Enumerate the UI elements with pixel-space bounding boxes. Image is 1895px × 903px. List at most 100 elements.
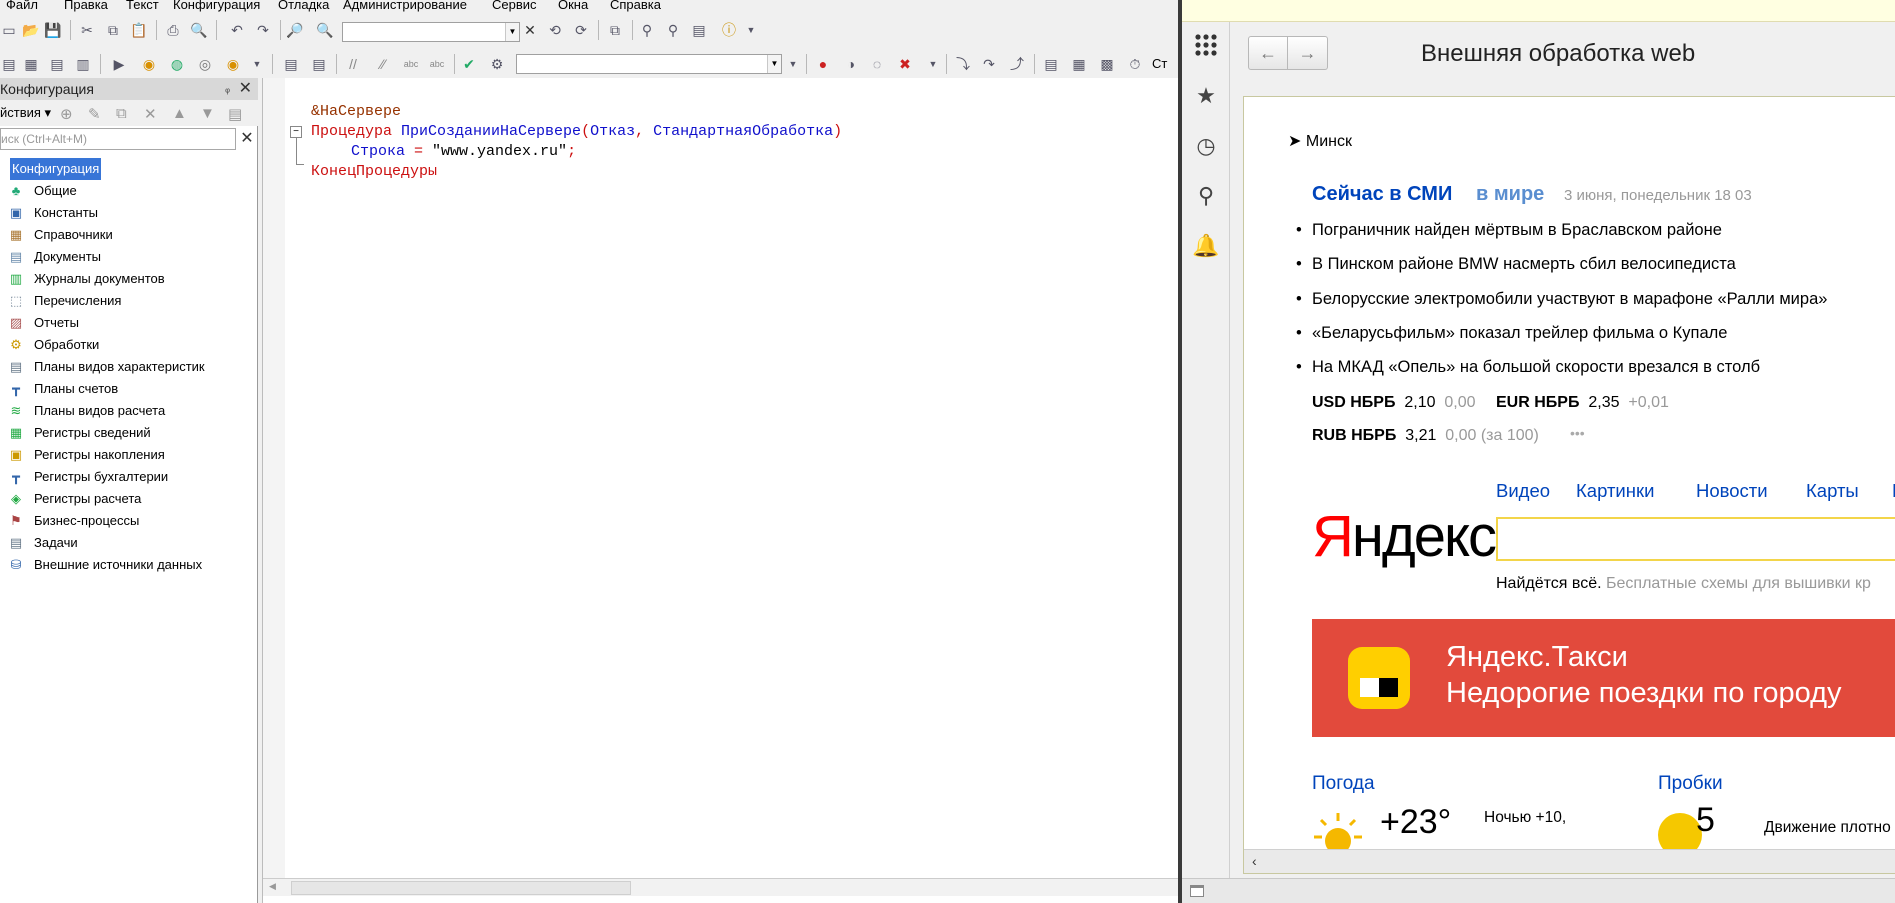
tree-item-journals[interactable]: ▥ Журналы документов	[0, 268, 258, 290]
calc-icon[interactable]: ▩	[1098, 55, 1116, 73]
move-down-icon[interactable]: ▼	[200, 105, 215, 122]
preview-icon[interactable]: 🔍	[190, 21, 208, 39]
copy-icon[interactable]: ⧉	[104, 21, 122, 39]
search-combo[interactable]: ▼	[342, 22, 520, 42]
tree-item-constants[interactable]: ▣ Константы	[0, 202, 258, 224]
tree-item-common[interactable]: ♣ Общие	[0, 180, 258, 202]
menu-help[interactable]: Справка	[610, 0, 661, 11]
window-tab-icon[interactable]	[1190, 885, 1204, 897]
timer-icon[interactable]: ⏱	[1126, 55, 1144, 73]
editor-hscrollbar[interactable]: ◀	[263, 878, 1178, 896]
tree-item-chart-types[interactable]: ▤ Планы видов характеристик	[0, 356, 258, 378]
scroll-left-icon[interactable]: ◀	[269, 881, 276, 892]
check-syntax-icon[interactable]: ✔	[460, 55, 478, 73]
save-icon[interactable]: 💾	[44, 21, 62, 39]
news-item[interactable]: Пограничник найден мёртвым в Браславском…	[1296, 221, 1722, 240]
favorites-icon[interactable]: ★	[1192, 82, 1220, 110]
collapse-icon[interactable]: −	[290, 126, 302, 138]
open-icon[interactable]: 📂	[22, 21, 40, 39]
breakpoint-off-icon[interactable]: ◌	[868, 55, 886, 73]
step-over-icon[interactable]: ↷	[980, 55, 998, 73]
news-title[interactable]: Сейчас в СМИ	[1312, 183, 1452, 206]
news-item[interactable]: «Беларусьфильм» показал трейлер фильма о…	[1296, 324, 1727, 343]
paste-icon[interactable]: 📋	[130, 21, 148, 39]
news-item[interactable]: На МКАД «Опель» на большой скорости врез…	[1296, 358, 1760, 377]
help-search-icon[interactable]: ⚲	[664, 21, 682, 39]
toolbar-overflow-label[interactable]: Ст	[1152, 55, 1178, 73]
find-next-icon[interactable]: ⟲	[546, 21, 564, 39]
syntax-helper-icon[interactable]: ⚲	[638, 21, 656, 39]
breakpoint-icon[interactable]: ●	[814, 55, 832, 73]
weather-label[interactable]: Погода	[1312, 773, 1375, 795]
thin-client-icon[interactable]: ◎	[196, 55, 214, 73]
undo-icon[interactable]: ↶	[228, 21, 246, 39]
traffic-label[interactable]: Пробки	[1658, 773, 1723, 795]
storage-icon[interactable]: ▥	[74, 55, 92, 73]
move-up-icon[interactable]: ▲	[172, 105, 187, 122]
tree-item-enums[interactable]: ⬚ Перечисления	[0, 290, 258, 312]
back-button[interactable]: ←	[1248, 36, 1288, 70]
tree-item-business-processes[interactable]: ⚑ Бизнес-процессы	[0, 510, 258, 532]
start-debug-icon[interactable]: ◉	[140, 55, 158, 73]
notifications-icon[interactable]: 🔔	[1192, 232, 1220, 260]
more-rates-icon[interactable]: •••	[1570, 425, 1585, 441]
menu-edit[interactable]: Правка	[64, 0, 108, 11]
chevron-down-icon[interactable]: ▼	[505, 23, 519, 41]
cut-icon[interactable]: ✂	[78, 21, 96, 39]
chevron-down-icon[interactable]: ▼	[248, 55, 266, 73]
chevron-down-icon[interactable]: ▼	[767, 55, 781, 73]
tree-item-calc-registers[interactable]: ◈ Регистры расчета	[0, 488, 258, 510]
breakpoint-delete-icon[interactable]: ✖	[896, 55, 914, 73]
actions-menu[interactable]: йствия ▾	[0, 105, 51, 121]
find-prev-icon[interactable]: ⟳	[572, 21, 590, 39]
tree-item-accounts[interactable]: ┳ Планы счетов	[0, 378, 258, 400]
yandex-search-input[interactable]	[1496, 517, 1895, 561]
run-icon[interactable]: ▶	[110, 55, 128, 73]
apps-grid-icon[interactable]	[1192, 32, 1220, 60]
copy-icon[interactable]: ⧉	[116, 105, 127, 122]
find-icon[interactable]: 🔍	[316, 21, 334, 39]
tree-item-reports[interactable]: ▨ Отчеты	[0, 312, 258, 334]
menu-file[interactable]: Файл	[6, 0, 38, 11]
procedure-combo[interactable]: ▼	[516, 54, 782, 74]
location[interactable]: ➤ Минск	[1288, 131, 1352, 151]
evaluate-icon[interactable]: ▤	[1042, 55, 1060, 73]
tree-item-accum-registers[interactable]: ▣ Регистры накопления	[0, 444, 258, 466]
tree-item-calc-types[interactable]: ≋ Планы видов расчета	[0, 400, 258, 422]
yandex-logo[interactable]: Яндекс	[1312, 503, 1497, 570]
sort-icon[interactable]: ▤	[228, 105, 242, 123]
module-icon[interactable]: ▤	[282, 55, 300, 73]
new-icon[interactable]: ▭	[0, 21, 18, 39]
service-news[interactable]: Новости	[1696, 480, 1768, 502]
history-icon[interactable]: ◷	[1192, 132, 1220, 160]
menu-service[interactable]: Сервис	[492, 0, 537, 11]
service-images[interactable]: Картинки	[1576, 480, 1654, 502]
tree-item-info-registers[interactable]: ▦ Регистры сведений	[0, 422, 258, 444]
web-client-icon[interactable]: ◍	[168, 55, 186, 73]
config-db-icon[interactable]: ▦	[22, 55, 40, 73]
html-document-field[interactable]: ➤ Минск Сейчас в СМИ в мире 3 июня, поне…	[1243, 96, 1895, 874]
menu-debug[interactable]: Отладка	[278, 0, 329, 11]
procedures-icon[interactable]: ⚙	[488, 55, 506, 73]
page-hscrollbar[interactable]: ‹	[1244, 849, 1895, 873]
service-maps[interactable]: Карты	[1806, 480, 1859, 502]
add-icon[interactable]: ⊕	[60, 105, 73, 123]
info-icon[interactable]: ⓘ	[720, 21, 738, 39]
module-editor[interactable]: − &НаСервере Процедура ПриСозданииНаСерв…	[262, 78, 1178, 903]
pin-icon[interactable]: ᵩ	[225, 78, 230, 100]
comment-icon[interactable]: //	[344, 55, 362, 73]
search-icon[interactable]: ⚲	[1192, 182, 1220, 210]
edit-icon[interactable]: ✎	[88, 105, 101, 123]
menu-windows[interactable]: Окна	[558, 0, 588, 11]
clear-search-icon[interactable]: ✕	[238, 128, 256, 150]
clear-search-icon[interactable]: ✕	[521, 21, 539, 39]
tree-item-processors[interactable]: ⚙ Обработки	[0, 334, 258, 356]
windows-icon[interactable]: ⧉	[606, 21, 624, 39]
scroll-left-icon[interactable]: ‹	[1252, 853, 1257, 869]
rate-eur[interactable]: EUR НБРБ 2,35 +0,01	[1496, 394, 1669, 412]
redo-icon[interactable]: ↷	[254, 21, 272, 39]
menu-configuration[interactable]: Конфигурация	[173, 0, 260, 11]
tree-item-documents[interactable]: ▤ Документы	[0, 246, 258, 268]
close-icon[interactable]: ✕	[239, 78, 252, 100]
rate-rub[interactable]: RUB НБРБ 3,21 0,00 (за 100)	[1312, 427, 1539, 445]
